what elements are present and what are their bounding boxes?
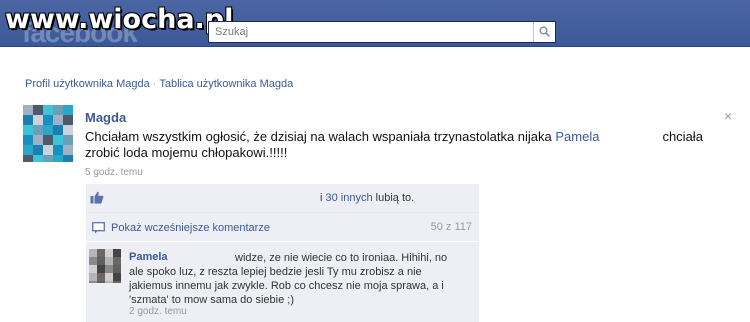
likes-others-link[interactable]: 30 innych <box>326 192 373 204</box>
search-box[interactable] <box>208 21 556 43</box>
avatar-pixel <box>97 273 105 281</box>
avatar-pixel <box>97 249 105 257</box>
avatar-pixel <box>23 145 33 155</box>
comment-item: widze, ze nie wiecie co to ironiaa. Hihi… <box>86 244 479 322</box>
avatar-pixel <box>89 273 97 281</box>
post-text-before: Chciałam wszystkim ogłosić, że dzisiaj n… <box>85 129 556 144</box>
avatar-pixel <box>33 125 43 135</box>
avatar-pixel <box>105 265 113 273</box>
breadcrumb: Profil użytkownika Magda · Tablica użytk… <box>25 78 293 90</box>
avatar-pixel <box>63 115 73 125</box>
avatar-pixel <box>23 115 33 125</box>
avatar-pixel <box>53 145 63 155</box>
avatar-pixel <box>23 105 33 115</box>
avatar-pixel <box>105 281 113 283</box>
avatar-pixel <box>53 155 63 162</box>
avatar-pixel <box>113 249 121 257</box>
post-text: Chciałam wszystkim ogłosić, że dzisiaj n… <box>85 129 715 161</box>
comment-author[interactable]: Pamela <box>129 251 168 263</box>
avatar-pixel <box>63 135 73 145</box>
comment-count: 50 z 117 <box>430 221 472 233</box>
avatar-pixel <box>89 281 97 283</box>
avatar-pixel <box>23 135 33 145</box>
avatar-pixel <box>43 155 53 162</box>
avatar-pixel <box>89 257 97 265</box>
avatar-pixel <box>97 281 105 283</box>
breadcrumb-wall-link[interactable]: Tablica użytkownika Magda <box>159 78 293 90</box>
search-input[interactable] <box>213 25 527 39</box>
avatar-pixel <box>43 145 53 155</box>
avatar-pixel <box>113 265 121 273</box>
breadcrumb-profile-link[interactable]: Profil użytkownika Magda <box>25 78 150 90</box>
post-author[interactable]: Magda <box>85 110 126 125</box>
breadcrumb-separator: · <box>152 78 157 90</box>
avatar-pixel <box>43 115 53 125</box>
avatar-pixel <box>53 105 63 115</box>
previous-comments-row: Pokaż wcześniejsze komentarze 50 z 117 <box>86 213 479 242</box>
close-icon[interactable]: × <box>724 108 732 124</box>
avatar-pixel <box>23 125 33 135</box>
avatar-pixel <box>105 249 113 257</box>
feedback-panel: i 30 innych lubią to. Pokaż wcześniejsze… <box>86 184 479 322</box>
avatar-pixel <box>53 115 63 125</box>
avatar-pixel <box>89 265 97 273</box>
avatar-pixel <box>113 257 121 265</box>
avatar-pixel <box>33 135 43 145</box>
comment-bubble-icon <box>92 222 105 234</box>
avatar-pixel <box>113 273 121 281</box>
avatar-pixel <box>43 135 53 145</box>
avatar-pixel <box>63 105 73 115</box>
avatar-pixel <box>63 145 73 155</box>
likes-suffix: lubią to. <box>372 192 415 204</box>
search-button[interactable] <box>533 22 555 42</box>
avatar-pixel <box>53 135 63 145</box>
author-avatar[interactable] <box>23 105 73 162</box>
avatar-pixel <box>63 125 73 135</box>
avatar-pixel <box>53 125 63 135</box>
avatar-pixel <box>33 145 43 155</box>
avatar-pixel <box>105 273 113 281</box>
avatar-pixel <box>63 155 73 162</box>
avatar-pixel <box>113 281 121 283</box>
avatar-pixel <box>33 105 43 115</box>
comment-text: widze, ze nie wiecie co to ironiaa. Hihi… <box>129 252 448 306</box>
watermark: www.wiocha.pl <box>5 4 234 35</box>
comment-timestamp[interactable]: 2 godz. temu <box>129 306 187 317</box>
post-mention-link[interactable]: Pamela <box>555 129 599 144</box>
top-bar: facebook www.wiocha.pl <box>0 0 750 48</box>
likes-summary: i 30 innych lubią to. <box>320 192 414 204</box>
commenter-avatar[interactable] <box>89 249 121 283</box>
show-previous-comments-link[interactable]: Pokaż wcześniejsze komentarze <box>111 222 270 234</box>
likes-row: i 30 innych lubią to. <box>86 184 479 213</box>
avatar-pixel <box>97 257 105 265</box>
avatar-pixel <box>43 125 53 135</box>
avatar-pixel <box>33 155 43 162</box>
avatar-pixel <box>43 105 53 115</box>
avatar-pixel <box>105 257 113 265</box>
avatar-pixel <box>33 115 43 125</box>
avatar-pixel <box>89 249 97 257</box>
thumbs-up-icon <box>90 191 104 204</box>
post-timestamp[interactable]: 5 godz. temu <box>85 167 143 178</box>
avatar-pixel <box>97 265 105 273</box>
search-icon <box>539 26 550 37</box>
avatar-pixel <box>23 155 33 162</box>
